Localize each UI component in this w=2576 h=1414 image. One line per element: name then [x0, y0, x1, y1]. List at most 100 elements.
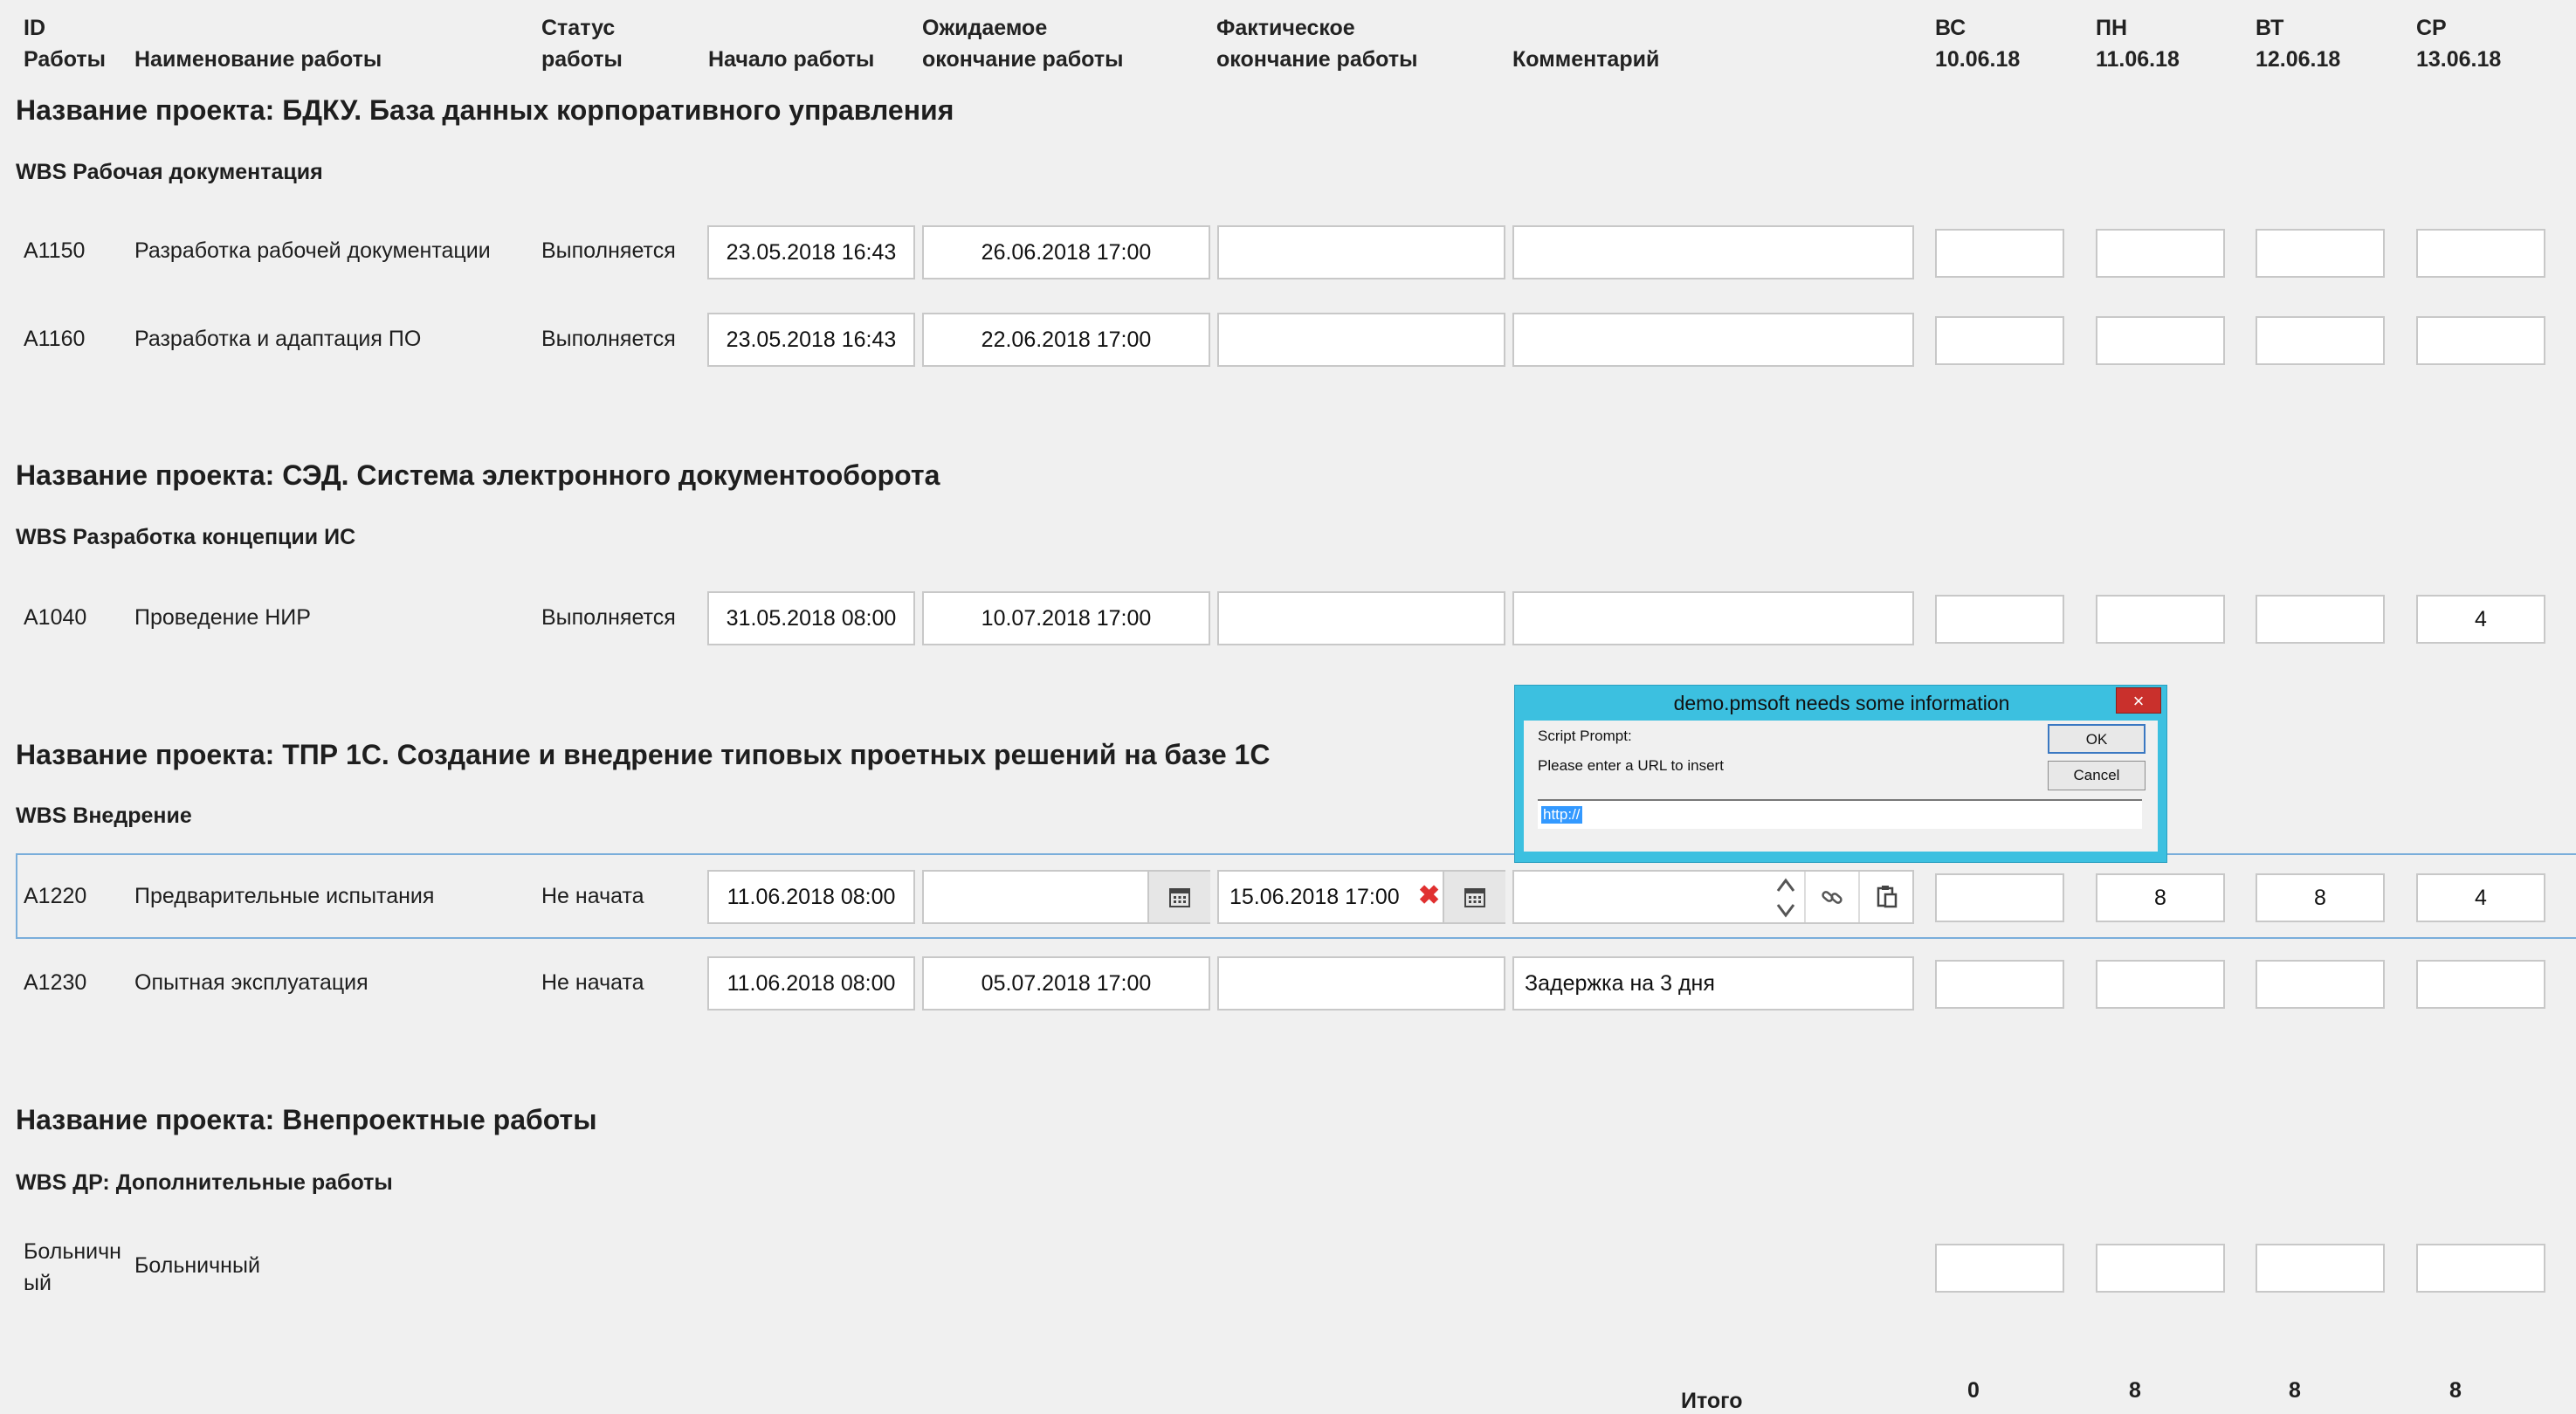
expected-end-field[interactable]: 26.06.2018 17:00: [922, 225, 1210, 279]
dialog-ok-button[interactable]: OK: [2048, 724, 2146, 754]
expected-end-field[interactable]: 22.06.2018 17:00: [922, 313, 1210, 367]
link-icon: [1822, 891, 1842, 904]
project-title: Название проекта: Внепроектные работы: [16, 1104, 597, 1135]
work-name: Разработка рабочей документации: [134, 238, 491, 263]
project-title: Название проекта: СЭД. Система электронн…: [16, 459, 940, 491]
hours-mon-field[interactable]: 8: [2096, 873, 2225, 922]
work-status: Выполняется: [541, 238, 676, 263]
wbs-title: WBS ДР: Дополнительные работы: [16, 1170, 393, 1195]
clipboard-icon: [1877, 886, 1898, 908]
header-start: Начало работы: [708, 47, 875, 72]
actual-end-field[interactable]: [1217, 313, 1505, 367]
start-date-field[interactable]: 23.05.2018 16:43: [707, 225, 915, 279]
comment-field[interactable]: [1512, 313, 1914, 367]
work-name: Больничный: [134, 1253, 260, 1278]
hours-tue-field[interactable]: [2256, 960, 2385, 1009]
hours-sun-field[interactable]: [1935, 873, 2064, 922]
hours-tue-field[interactable]: [2256, 229, 2385, 278]
start-date-field[interactable]: 23.05.2018 16:43: [707, 313, 915, 367]
work-id: Больничн ый: [24, 1239, 121, 1295]
dialog-prompt-label: Script Prompt:: [1538, 728, 1632, 744]
start-date-field[interactable]: 11.06.2018 08:00: [707, 870, 915, 924]
hours-sun-field[interactable]: [1935, 316, 2064, 365]
hours-tue-field[interactable]: [2256, 595, 2385, 644]
hours-mon-field[interactable]: [2096, 1244, 2225, 1293]
close-icon: ×: [2132, 690, 2145, 712]
hours-mon-field[interactable]: [2096, 229, 2225, 278]
header-id: ID Работы: [24, 16, 106, 72]
calendar-button[interactable]: [1147, 872, 1210, 922]
work-name: Предварительные испытания: [134, 884, 435, 908]
header-name: Наименование работы: [134, 47, 382, 72]
work-name: Опытная эксплуатация: [134, 970, 368, 995]
header-day-tue: ВТ 12.06.18: [2256, 16, 2341, 72]
actual-end-field[interactable]: [1217, 956, 1505, 1010]
header-status: Статус работы: [541, 16, 623, 72]
expected-end-field[interactable]: 05.07.2018 17:00: [922, 956, 1210, 1010]
work-status: Не начата: [541, 970, 644, 995]
hours-sun-field[interactable]: [1935, 229, 2064, 278]
work-id: A1220: [24, 884, 87, 908]
work-id: A1160: [24, 327, 86, 351]
work-status: Выполняется: [541, 327, 676, 351]
hours-wed-field[interactable]: [2416, 229, 2545, 278]
hours-mon-field[interactable]: [2096, 960, 2225, 1009]
work-id: A1040: [24, 605, 87, 630]
actual-end-value: 15.06.2018 17:00: [1229, 884, 1400, 909]
work-id: A1230: [24, 970, 87, 995]
link-button[interactable]: [1804, 872, 1858, 922]
wbs-title: WBS Внедрение: [16, 804, 192, 828]
actual-end-field[interactable]: [1217, 591, 1505, 645]
header-day-sun: ВС 10.06.18: [1935, 16, 2021, 72]
comment-field[interactable]: [1512, 870, 1914, 924]
hours-tue-field[interactable]: [2256, 316, 2385, 365]
hours-sun-field[interactable]: [1935, 960, 2064, 1009]
hours-mon-field[interactable]: [2096, 595, 2225, 644]
work-name: Разработка и адаптация ПО: [134, 327, 422, 351]
hours-wed-field[interactable]: [2416, 316, 2545, 365]
hours-mon-field[interactable]: [2096, 316, 2225, 365]
work-status: Выполняется: [541, 605, 676, 630]
header-comment: Комментарий: [1512, 47, 1660, 72]
dialog-cancel-button[interactable]: Cancel: [2048, 761, 2146, 790]
hours-tue-field[interactable]: 8: [2256, 873, 2385, 922]
url-prompt-dialog: demo.pmsoft needs some information × Scr…: [1514, 685, 2167, 863]
total-sun: 0: [1967, 1378, 1980, 1403]
hours-wed-field[interactable]: 4: [2416, 873, 2545, 922]
wbs-title: WBS Рабочая документация: [16, 160, 323, 184]
hours-sun-field[interactable]: [1935, 595, 2064, 644]
spinner-icon[interactable]: [1773, 873, 1799, 922]
calendar-icon: [1169, 888, 1190, 907]
hours-wed-field[interactable]: [2416, 960, 2545, 1009]
actual-end-picker[interactable]: 15.06.2018 17:00 ✖: [1217, 870, 1505, 924]
start-date-field[interactable]: 31.05.2018 08:00: [707, 591, 915, 645]
totals-label: Итого: [1681, 1389, 1743, 1413]
work-name: Проведение НИР: [134, 605, 311, 630]
hours-sun-field[interactable]: [1935, 1244, 2064, 1293]
clear-icon[interactable]: ✖: [1418, 880, 1440, 911]
comment-field[interactable]: [1512, 225, 1914, 279]
calendar-icon: [1464, 888, 1485, 907]
actual-end-field[interactable]: [1217, 225, 1505, 279]
wbs-title: WBS Разработка концепции ИС: [16, 525, 356, 549]
hours-tue-field[interactable]: [2256, 1244, 2385, 1293]
total-tue: 8: [2289, 1378, 2301, 1403]
header-day-mon: ПН 11.06.18: [2096, 16, 2180, 72]
total-wed: 8: [2449, 1378, 2462, 1403]
clipboard-button[interactable]: [1858, 872, 1914, 922]
calendar-button[interactable]: [1443, 872, 1505, 922]
url-input-value: http://: [1541, 806, 1582, 824]
work-id: A1150: [24, 238, 86, 263]
project-title: Название проекта: БДКУ. База данных корп…: [16, 94, 954, 126]
dialog-close-button[interactable]: ×: [2116, 687, 2161, 714]
comment-field[interactable]: [1512, 591, 1914, 645]
comment-field[interactable]: Задержка на 3 дня: [1512, 956, 1914, 1010]
hours-wed-field[interactable]: [2416, 1244, 2545, 1293]
url-input[interactable]: http://: [1538, 799, 2142, 829]
expected-end-field[interactable]: 10.07.2018 17:00: [922, 591, 1210, 645]
expected-end-picker[interactable]: [922, 870, 1210, 924]
dialog-body: Script Prompt: Please enter a URL to ins…: [1524, 721, 2158, 852]
total-mon: 8: [2129, 1378, 2141, 1403]
start-date-field[interactable]: 11.06.2018 08:00: [707, 956, 915, 1010]
hours-wed-field[interactable]: 4: [2416, 595, 2545, 644]
